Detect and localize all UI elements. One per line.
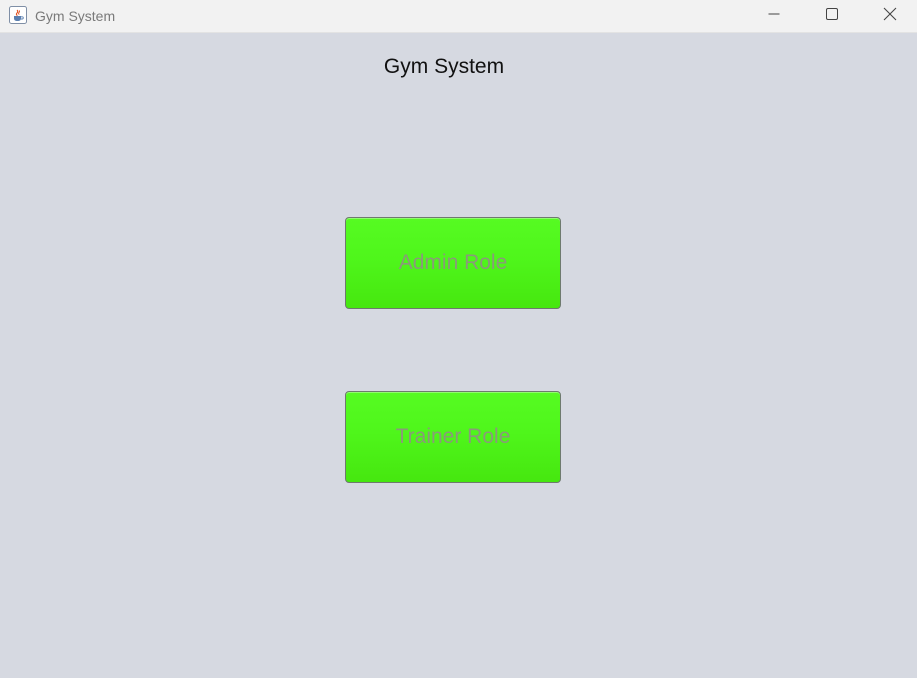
title-bar[interactable]: Gym System (0, 0, 917, 33)
trainer-role-button[interactable]: Trainer Role (345, 391, 561, 483)
minimize-icon (768, 7, 780, 25)
admin-role-button[interactable]: Admin Role (345, 217, 561, 309)
maximize-icon (826, 7, 838, 25)
window-title: Gym System (35, 8, 116, 24)
maximize-button[interactable] (803, 0, 861, 32)
minimize-button[interactable] (745, 0, 803, 32)
close-button[interactable] (861, 0, 917, 32)
page-title: Gym System (383, 55, 505, 78)
main-panel: Gym System Admin Role Trainer Role (0, 33, 917, 678)
close-icon (883, 7, 897, 26)
java-coffee-cup-icon (9, 6, 27, 24)
app-window: Gym System Gym System Admin Role Trainer… (0, 0, 917, 678)
